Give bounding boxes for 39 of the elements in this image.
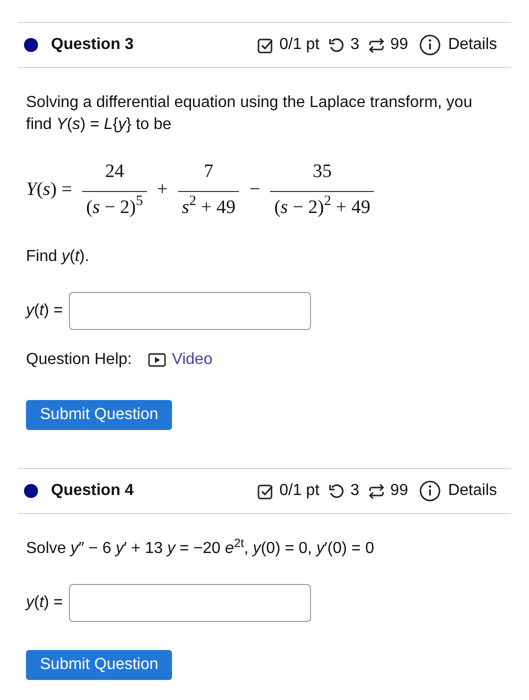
attempts-count: 99	[390, 35, 408, 55]
denominator: (s − 2)$^{2}$ + 49	[273, 192, 372, 220]
question-title: Question 4	[51, 481, 134, 501]
checkbox-icon	[257, 36, 274, 54]
question-text: Solving a differential equation using the Laplace transform, you find Y(s) = L{y} to be	[26, 93, 474, 135]
retry-icon	[328, 482, 346, 500]
question-text: Find y(t).	[26, 247, 90, 267]
help-label: Question Help:	[26, 350, 132, 370]
checkbox-icon	[257, 482, 274, 500]
info-icon	[419, 34, 442, 56]
question-title: Question 3	[51, 35, 134, 55]
submit-button[interactable]: Submit Question	[26, 650, 172, 680]
numerator: 7	[202, 160, 214, 184]
submit-button[interactable]: Submit Question	[26, 400, 172, 430]
retries-count: 3	[350, 35, 360, 55]
play-icon	[148, 353, 166, 367]
answer-field[interactable]	[68, 584, 311, 622]
answer-label: y(t) =	[26, 301, 63, 321]
operator-sign: −	[249, 178, 260, 202]
retries-count: 3	[350, 481, 360, 501]
score-text: 0/1 pt	[279, 35, 320, 55]
attempts-count: 99	[390, 481, 408, 501]
repeat-icon	[368, 36, 386, 54]
denominator: (s − 2)$^{5}$	[85, 192, 144, 220]
denominator: s$^{2}$ + 49	[180, 192, 236, 220]
info-icon	[419, 480, 442, 502]
details-link[interactable]: Details	[448, 479, 497, 503]
numerator: 24	[104, 160, 126, 184]
numerator: 35	[312, 160, 333, 184]
details-link[interactable]: Details	[448, 33, 497, 57]
equation-lhs: Y(s) =	[26, 178, 72, 202]
repeat-icon	[368, 482, 386, 500]
answer-label: y(t) =	[26, 593, 63, 613]
score-text: 0/1 pt	[279, 481, 320, 501]
video-link[interactable]: Video	[172, 348, 212, 372]
question-text: Solve y″ − 6 y′ + 13 y = −20 e$^{2t}$, y(0) = 0, y′(0) = 0	[26, 538, 376, 559]
retry-icon	[328, 36, 346, 54]
answer-field[interactable]	[68, 292, 311, 330]
operator-sign: +	[157, 178, 168, 202]
